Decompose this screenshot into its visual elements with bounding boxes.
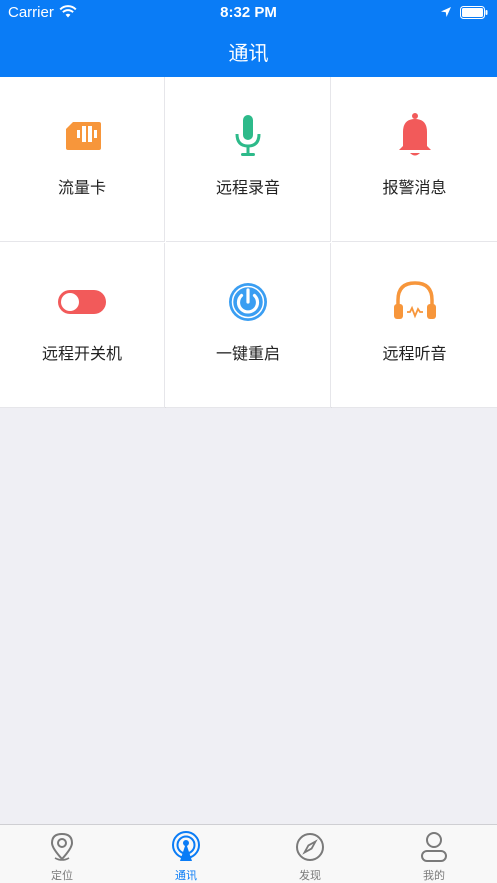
grid-item-label: 远程听音 xyxy=(382,344,447,363)
clock: 8:32 PM xyxy=(220,4,277,21)
grid-item-alarm-messages[interactable]: 报警消息 xyxy=(332,77,497,242)
grid-item-label: 一键重启 xyxy=(215,344,280,363)
tab-label: 发现 xyxy=(299,869,321,882)
tab-label: 我的 xyxy=(423,869,445,882)
sim-card-icon xyxy=(66,122,101,150)
headphones-icon xyxy=(393,281,436,319)
bell-icon xyxy=(398,113,431,156)
battery-icon xyxy=(460,6,488,19)
grid-item-label: 报警消息 xyxy=(382,178,447,197)
tab-bar: 定位 通讯 发现 我的 xyxy=(0,824,497,883)
tab-discover[interactable]: 发现 xyxy=(248,825,372,883)
user-icon xyxy=(421,832,447,862)
grid-item-remote-listen[interactable]: 远程听音 xyxy=(332,243,497,408)
page-title: 通讯 xyxy=(228,41,269,65)
grid-item-label: 流量卡 xyxy=(57,178,106,197)
microphone-icon xyxy=(235,115,261,156)
grid-item-data-card[interactable]: 流量卡 xyxy=(0,77,165,242)
location-pin-icon xyxy=(50,832,74,861)
broadcast-icon xyxy=(172,831,200,861)
toggle-icon xyxy=(58,290,106,314)
grid-item-restart[interactable]: 一键重启 xyxy=(166,243,331,408)
tab-label: 通讯 xyxy=(175,869,197,882)
tab-location[interactable]: 定位 xyxy=(0,825,124,883)
grid-item-label: 远程录音 xyxy=(215,178,280,197)
status-bar: Carrier 8:32 PM xyxy=(0,0,497,26)
grid-item-remote-record[interactable]: 远程录音 xyxy=(166,77,331,242)
tab-communication[interactable]: 通讯 xyxy=(124,825,248,883)
grid-item-remote-power[interactable]: 远程开关机 xyxy=(0,243,165,408)
location-arrow-icon xyxy=(441,7,451,17)
compass-icon xyxy=(296,833,324,861)
tab-profile[interactable]: 我的 xyxy=(372,825,496,883)
header: Carrier 8:32 PM 通讯 xyxy=(0,0,497,77)
power-icon xyxy=(229,283,267,321)
grid-item-label: 远程开关机 xyxy=(41,344,122,363)
feature-grid: 流量卡 远程录音 报警消息 远程开关机 一键重启 远程听音 xyxy=(0,77,497,408)
tab-label: 定位 xyxy=(51,869,73,882)
